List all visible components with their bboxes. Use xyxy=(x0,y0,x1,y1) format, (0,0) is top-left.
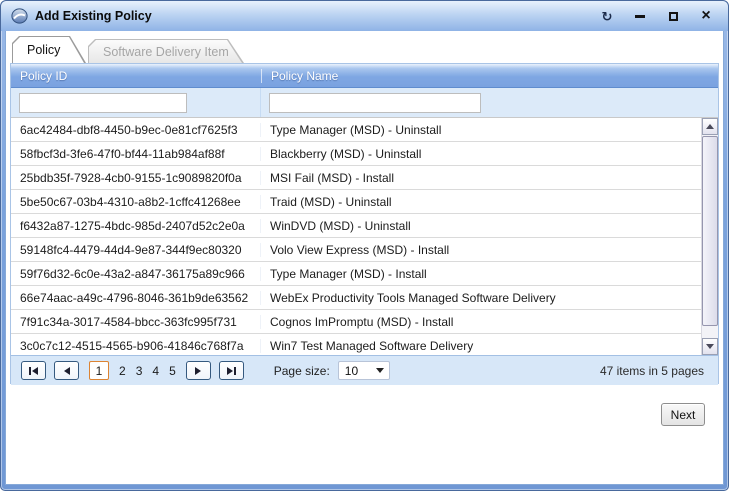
scrollbar-thumb[interactable] xyxy=(702,136,718,326)
vertical-scrollbar[interactable] xyxy=(701,118,718,355)
policy-name-filter-input[interactable] xyxy=(269,93,481,113)
next-button[interactable]: Next xyxy=(661,403,705,426)
previous-page-icon xyxy=(64,367,70,375)
tab-software-delivery-item-label: Software Delivery Item xyxy=(89,40,242,63)
title-bar: Add Existing Policy ↻ × xyxy=(1,1,728,31)
cell-policy-name: Type Manager (MSD) - Uninstall xyxy=(261,123,701,137)
table-row[interactable]: 66e74aac-a49c-4796-8046-361b9de63562 Web… xyxy=(11,286,701,310)
last-page-icon xyxy=(227,367,233,375)
cell-policy-id: 25bdb35f-7928-4cb0-9155-1c9089820f0a xyxy=(11,171,261,185)
scroll-down-button[interactable] xyxy=(702,338,718,355)
dialog-window: Add Existing Policy ↻ × Policy Software … xyxy=(0,0,729,491)
window-controls: ↻ × xyxy=(599,8,714,24)
next-page-button[interactable] xyxy=(186,361,211,380)
page-number[interactable]: 4 xyxy=(152,364,159,378)
items-summary: 47 items in 5 pages xyxy=(600,364,708,378)
policy-grid: Policy ID Policy Name 6ac42484-dbf8-4450… xyxy=(10,63,719,384)
grid-header: Policy ID Policy Name xyxy=(11,64,718,88)
table-row[interactable]: 6ac42484-dbf8-4450-b9ec-0e81cf7625f3 Typ… xyxy=(11,118,701,142)
minimize-icon xyxy=(635,15,645,18)
tab-policy-label: Policy xyxy=(13,37,84,63)
table-row[interactable]: 58fbcf3d-3fe6-47f0-bf44-11ab984af88f Bla… xyxy=(11,142,701,166)
cell-policy-name: Blackberry (MSD) - Uninstall xyxy=(261,147,701,161)
tab-strip: Policy Software Delivery Item xyxy=(12,31,244,63)
policy-id-filter-input[interactable] xyxy=(19,93,187,113)
table-row[interactable]: 5be50c67-03b4-4310-a8b2-1cffc41268ee Tra… xyxy=(11,190,701,214)
cell-policy-id: 66e74aac-a49c-4796-8046-361b9de63562 xyxy=(11,291,261,305)
window-title: Add Existing Policy xyxy=(35,9,152,23)
scroll-down-icon xyxy=(706,344,714,349)
tab-policy[interactable]: Policy xyxy=(12,36,86,63)
cell-policy-name: Volo View Express (MSD) - Install xyxy=(261,243,701,257)
table-row[interactable]: 3c0c7c12-4515-4565-b906-41846c768f7a Win… xyxy=(11,334,701,355)
column-header-policy-name[interactable]: Policy Name xyxy=(261,69,718,83)
first-page-icon xyxy=(32,367,38,375)
cell-policy-name: WebEx Productivity Tools Managed Softwar… xyxy=(261,291,701,305)
pagination-bar: 12345 Page size: 10 47 items in 5 pages xyxy=(11,355,718,385)
app-icon xyxy=(11,8,28,24)
close-icon: × xyxy=(701,8,710,24)
column-header-policy-id[interactable]: Policy ID xyxy=(11,69,261,83)
refresh-icon: ↻ xyxy=(602,10,613,23)
maximize-icon xyxy=(669,12,678,21)
refresh-button[interactable]: ↻ xyxy=(599,8,615,24)
page-number-current[interactable]: 1 xyxy=(89,361,109,380)
close-button[interactable]: × xyxy=(698,8,714,24)
dialog-client-area: Policy Software Delivery Item Policy ID … xyxy=(5,31,724,485)
chevron-down-icon xyxy=(376,368,384,373)
page-numbers: 12345 xyxy=(89,361,176,380)
page-number[interactable]: 2 xyxy=(119,364,126,378)
next-page-icon xyxy=(195,367,201,375)
cell-policy-id: f6432a87-1275-4bdc-985d-2407d52c2e0a xyxy=(11,219,261,233)
maximize-button[interactable] xyxy=(665,8,681,24)
first-page-button[interactable] xyxy=(21,361,46,380)
cell-policy-id: 59148fc4-4479-44d4-9e87-344f9ec80320 xyxy=(11,243,261,257)
scroll-up-button[interactable] xyxy=(702,118,718,135)
cell-policy-id: 5be50c67-03b4-4310-a8b2-1cffc41268ee xyxy=(11,195,261,209)
cell-policy-name: MSI Fail (MSD) - Install xyxy=(261,171,701,185)
table-row[interactable]: 59148fc4-4479-44d4-9e87-344f9ec80320 Vol… xyxy=(11,238,701,262)
table-row[interactable]: 25bdb35f-7928-4cb0-9155-1c9089820f0a MSI… xyxy=(11,166,701,190)
grid-rows: 6ac42484-dbf8-4450-b9ec-0e81cf7625f3 Typ… xyxy=(11,118,701,355)
page-size-label: Page size: xyxy=(274,364,330,378)
table-row[interactable]: 7f91c34a-3017-4584-bbcc-363fc995f731 Cog… xyxy=(11,310,701,334)
page-size-value: 10 xyxy=(345,364,358,378)
cell-policy-name: Type Manager (MSD) - Install xyxy=(261,267,701,281)
cell-policy-id: 7f91c34a-3017-4584-bbcc-363fc995f731 xyxy=(11,315,261,329)
table-row[interactable]: f6432a87-1275-4bdc-985d-2407d52c2e0a Win… xyxy=(11,214,701,238)
page-number[interactable]: 5 xyxy=(169,364,176,378)
cell-policy-id: 6ac42484-dbf8-4450-b9ec-0e81cf7625f3 xyxy=(11,123,261,137)
previous-page-button[interactable] xyxy=(54,361,79,380)
minimize-button[interactable] xyxy=(632,8,648,24)
table-row[interactable]: 59f76d32-6c0e-43a2-a847-36175a89c966 Typ… xyxy=(11,262,701,286)
tab-software-delivery-item[interactable]: Software Delivery Item xyxy=(88,39,244,63)
scroll-up-icon xyxy=(706,124,714,129)
cell-policy-id: 58fbcf3d-3fe6-47f0-bf44-11ab984af88f xyxy=(11,147,261,161)
page-size-dropdown[interactable]: 10 xyxy=(338,361,390,380)
cell-policy-id: 3c0c7c12-4515-4565-b906-41846c768f7a xyxy=(11,339,261,353)
grid-body: 6ac42484-dbf8-4450-b9ec-0e81cf7625f3 Typ… xyxy=(11,118,718,355)
filter-row xyxy=(11,88,718,118)
cell-policy-name: Win7 Test Managed Software Delivery xyxy=(261,339,701,353)
page-number[interactable]: 3 xyxy=(136,364,143,378)
cell-policy-name: Traid (MSD) - Uninstall xyxy=(261,195,701,209)
cell-policy-name: Cognos ImPromptu (MSD) - Install xyxy=(261,315,701,329)
cell-policy-id: 59f76d32-6c0e-43a2-a847-36175a89c966 xyxy=(11,267,261,281)
cell-policy-name: WinDVD (MSD) - Uninstall xyxy=(261,219,701,233)
last-page-button[interactable] xyxy=(219,361,244,380)
